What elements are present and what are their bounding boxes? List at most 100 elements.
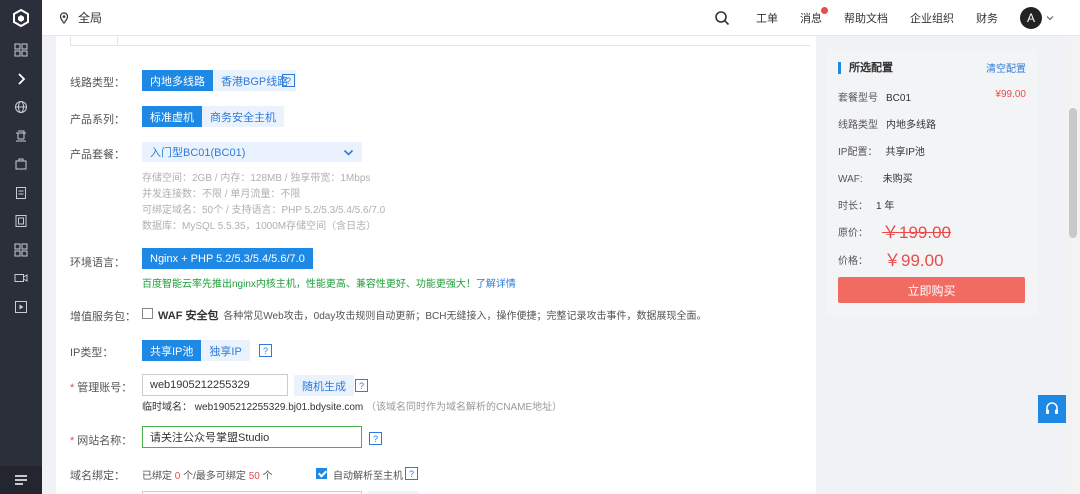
- package-icon[interactable]: [0, 150, 42, 179]
- package-detail-traffic: 并发连接数：不限 / 单月流量：不限: [142, 189, 301, 200]
- customer-service-button[interactable]: [1038, 395, 1066, 423]
- help-docs-link[interactable]: 帮助文档: [844, 10, 888, 26]
- env-option[interactable]: Nginx + PHP 5.2/5.3/5.4/5.6/7.0: [142, 248, 313, 269]
- ip-type-selector: 共享IP池 独享IP: [142, 340, 250, 361]
- video-icon[interactable]: [0, 264, 42, 293]
- ip-dedicated-option[interactable]: 独享IP: [201, 340, 250, 361]
- location-pin-icon: [59, 11, 69, 24]
- play-icon[interactable]: [0, 293, 42, 322]
- ip-shared-option[interactable]: 共享IP池: [142, 340, 202, 361]
- admin-label: * 管理账号：: [70, 379, 132, 395]
- env-learn-more-link[interactable]: 了解详情: [476, 279, 516, 290]
- waf-checkbox[interactable]: [142, 308, 153, 319]
- line-type-mainland-option[interactable]: 内地多线路: [142, 70, 213, 91]
- config-row-package: 套餐型号 BC01: [838, 89, 911, 104]
- help-question-icon[interactable]: ?: [282, 74, 295, 87]
- addon-label: 增值服务包：: [70, 311, 136, 323]
- temp-domain: 临时域名： web1905212255329.bj01.bdysite.com …: [142, 398, 562, 413]
- notification-dot: [821, 7, 828, 14]
- tab-strip: [70, 36, 810, 46]
- admin-account-input[interactable]: web1905212255329: [142, 374, 288, 396]
- orig-price-label: 原价：: [838, 228, 868, 239]
- help-question-icon[interactable]: ?: [355, 379, 368, 392]
- config-row-waf: WAF: 未购买: [838, 170, 913, 185]
- auto-resolve-label: 自动解析至主机: [333, 471, 403, 482]
- dashboard-icon[interactable]: [0, 36, 42, 65]
- ip-type-label: IP类型：: [70, 347, 114, 359]
- package-price: ¥99.00: [995, 89, 1026, 100]
- line-type-selector: 内地多线路 香港BGP线路: [142, 70, 297, 91]
- top-bar: 全局 工单 消息 帮助文档 企业组织 财务 A: [42, 0, 1080, 36]
- orig-price: ￥199.00: [882, 223, 951, 242]
- temp-domain-value: web1905212255329.bj01.bdysite.com: [194, 402, 364, 413]
- panel-title: 所选配置: [838, 61, 893, 74]
- chevron-down-icon: [343, 149, 354, 156]
- product-series-selector: 标准虚机 商务安全主机: [142, 106, 284, 127]
- row-label: 时长：: [838, 201, 868, 212]
- package-label: 产品套餐：: [70, 149, 125, 161]
- waf-name: WAF 安全包: [158, 310, 219, 322]
- admin-label-text: 管理账号：: [77, 382, 133, 394]
- site-name-label-text: 网站名称：: [77, 435, 133, 447]
- auto-resolve-checkbox[interactable]: [316, 468, 327, 479]
- expand-chevron-icon[interactable]: [0, 65, 42, 94]
- scrollbar-thumb[interactable]: [1069, 108, 1077, 238]
- row-value: 未购买: [882, 174, 913, 185]
- row-value: 共享IP池: [885, 147, 925, 158]
- config-row-line: 线路类型 内地多线路: [838, 116, 936, 131]
- tab-active[interactable]: [70, 36, 118, 46]
- apps-icon[interactable]: [0, 236, 42, 265]
- product-series-label: 产品系列：: [70, 114, 125, 126]
- selected-config-panel: 所选配置 清空配置 套餐型号 BC01 ¥99.00 线路类型 内地多线路 IP配置…: [826, 50, 1038, 316]
- row-value: BC01: [886, 93, 912, 104]
- storage-icon[interactable]: [0, 207, 42, 236]
- region-selector[interactable]: 全局: [58, 9, 102, 26]
- domain-bind-count: 已绑定 0 个/最多可绑定 50 个: [142, 467, 273, 482]
- avatar[interactable]: A: [1020, 7, 1042, 29]
- row-label: WAF:: [838, 174, 863, 185]
- message-link[interactable]: 消息: [800, 7, 828, 26]
- package-detail-database: 数据库：MySQL 5.5.35，1000M存储空间（含日志）: [142, 221, 377, 232]
- help-question-icon[interactable]: ?: [369, 432, 382, 445]
- finance-link[interactable]: 财务: [976, 10, 998, 26]
- package-select[interactable]: 入门型BC01(BC01): [142, 142, 362, 162]
- clear-config-link[interactable]: 清空配置: [986, 60, 1026, 75]
- required-marker: *: [70, 382, 75, 394]
- network-icon[interactable]: [0, 122, 42, 151]
- series-standard-option[interactable]: 标准虚机: [142, 106, 202, 127]
- ticket-link[interactable]: 工单: [756, 10, 778, 26]
- logo-icon[interactable]: [0, 0, 42, 36]
- scrollbar[interactable]: [1066, 36, 1080, 494]
- env-label: 环境语言：: [70, 257, 125, 269]
- temp-domain-label: 临时域名：: [142, 402, 192, 413]
- search-icon[interactable]: [714, 10, 730, 26]
- row-label: 套餐型号: [838, 93, 878, 104]
- domain-bind-label: 域名绑定：: [70, 470, 125, 482]
- bound-mid: 个/最多可绑定: [183, 471, 246, 482]
- config-row-duration: 时长： 1 年: [838, 197, 894, 212]
- now-price-label: 价格：: [838, 256, 868, 267]
- env-note: 百度智能云率先推出nginx内核主机，性能更高、兼容性更好、功能更强大！了解详情: [142, 275, 516, 290]
- waf-description: WAF 安全包 各种常见Web攻击，0day攻击规则自动更新；BCH无缝接入，操…: [158, 307, 706, 323]
- help-question-icon[interactable]: ?: [259, 344, 272, 357]
- line-type-label: 线路类型：: [70, 77, 125, 89]
- document-icon[interactable]: [0, 179, 42, 208]
- package-selected-value: 入门型BC01(BC01): [150, 147, 246, 159]
- package-detail-domain: 可绑定域名：50个 / 支持语言：PHP 5.2/5.3/5.4/5.6/7.0: [142, 205, 386, 216]
- left-sidebar: [0, 0, 42, 494]
- series-business-option[interactable]: 商务安全主机: [202, 106, 284, 127]
- waf-desc-text: 各种常见Web攻击，0day攻击规则自动更新；BCH无缝接入，操作便捷；完整记录…: [223, 311, 707, 322]
- package-detail-storage: 存储空间：2GB / 内存：128MB / 独享带宽：1Mbps: [142, 173, 371, 184]
- site-name-input[interactable]: 请关注公众号掌盟Studio: [142, 426, 362, 448]
- globe-icon[interactable]: [0, 93, 42, 122]
- menu-icon[interactable]: [0, 466, 42, 494]
- chevron-down-icon[interactable]: [1046, 14, 1054, 22]
- buy-now-button[interactable]: 立即购买: [838, 277, 1025, 303]
- message-label: 消息: [800, 13, 822, 25]
- help-question-icon[interactable]: ?: [405, 467, 418, 480]
- enterprise-org-link[interactable]: 企业组织: [910, 10, 954, 26]
- random-generate-button[interactable]: 随机生成: [294, 375, 354, 396]
- purchase-form: 线路类型： 内地多线路 香港BGP线路 ? 产品系列： 标准虚机 商务安全主机 …: [56, 36, 816, 494]
- row-value: 1 年: [876, 201, 895, 212]
- bound-prefix: 已绑定: [142, 471, 172, 482]
